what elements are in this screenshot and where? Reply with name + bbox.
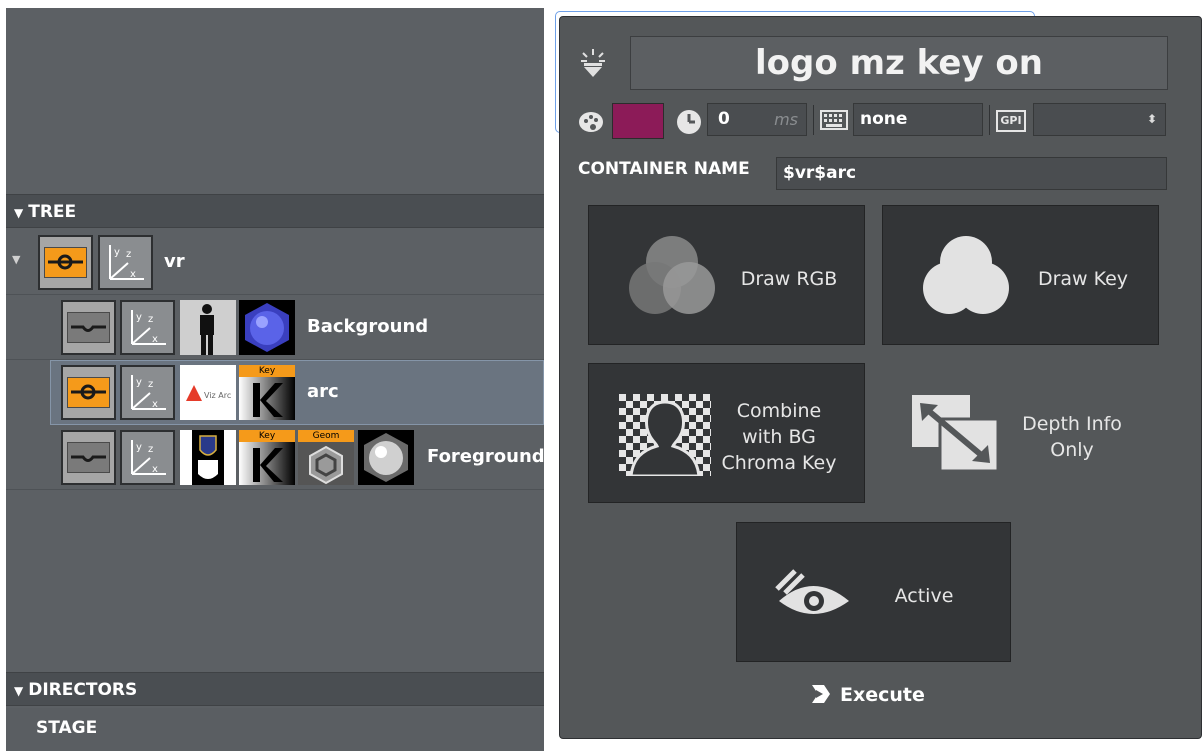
tree-section-header[interactable]: ▼ TREE <box>6 194 544 228</box>
color-swatch[interactable] <box>612 103 664 139</box>
trigger-light-icon <box>578 47 608 85</box>
svg-text:z: z <box>126 249 131 260</box>
combine-line1: Combine <box>736 400 822 422</box>
tree-header-label: TREE <box>28 202 77 222</box>
chroma-key-person-icon <box>619 394 711 481</box>
svg-text:z: z <box>148 444 153 455</box>
execute-label: Execute <box>840 684 925 706</box>
scene-tree-panel: ▼ TREE ▼ yzx vr yzx Background y z x Viz… <box>6 8 545 751</box>
keyboard-icon <box>820 110 848 134</box>
tree-row-vr[interactable]: ▼ yzx vr <box>6 230 544 295</box>
svg-text:x: x <box>152 464 158 475</box>
active-toggle-button[interactable]: Active <box>736 522 1011 662</box>
transform-axis-icon[interactable]: yzx <box>120 300 175 355</box>
delay-unit: ms <box>774 110 798 129</box>
gpi-select[interactable]: ⬍ <box>1033 103 1166 136</box>
keyboard-shortcut-field[interactable]: none <box>853 103 983 136</box>
tree-row-label: arc <box>307 381 339 402</box>
tree-row-foreground[interactable]: yzx Key Geom Foreground <box>6 425 545 490</box>
tree-row-label: vr <box>164 251 185 272</box>
collapse-triangle-icon: ▼ <box>14 684 24 698</box>
sphere-material-thumbnail[interactable] <box>239 300 295 355</box>
viz-arc-logo-thumbnail[interactable]: Viz Arc <box>180 365 236 420</box>
separator <box>813 105 814 135</box>
svg-text:z: z <box>148 379 153 390</box>
viz-arc-thumb-text: Viz Arc <box>204 391 231 400</box>
combine-line2: with BG <box>742 426 816 448</box>
gpi-value <box>1034 109 1040 129</box>
combine-chroma-key-button[interactable]: Combine with BG Chroma Key <box>588 363 865 503</box>
select-arrows-icon: ⬍ <box>1146 112 1157 126</box>
stage-item[interactable]: STAGE <box>6 708 544 751</box>
combine-line3: Chroma Key <box>721 452 837 474</box>
geometry-thumbnail[interactable]: Geom <box>298 430 354 485</box>
transform-axis-icon[interactable]: yzx <box>120 365 175 420</box>
action-title-field[interactable]: logo mz key on <box>630 36 1168 90</box>
merge-toggle-icon[interactable] <box>61 365 116 420</box>
draw-key-label: Draw Key <box>1037 268 1129 290</box>
draw-key-button[interactable]: Draw Key <box>882 205 1159 345</box>
depth-line1: Depth Info <box>1022 413 1122 435</box>
key-texture-thumbnail[interactable]: Key <box>239 430 295 485</box>
depth-info-only-button[interactable]: Depth Info Only <box>882 363 1159 503</box>
svg-text:y: y <box>136 377 142 388</box>
svg-text:y: y <box>136 442 142 453</box>
separator <box>989 105 990 135</box>
execute-icon <box>812 685 830 703</box>
tree-row-label: Background <box>307 316 429 337</box>
svg-text:y: y <box>136 312 142 323</box>
directors-header-label: DIRECTORS <box>28 680 138 700</box>
delay-input[interactable]: 0 ms <box>707 103 807 136</box>
svg-text:x: x <box>152 399 158 410</box>
collapse-triangle-icon: ▼ <box>14 206 24 220</box>
merge-toggle-icon[interactable] <box>61 430 116 485</box>
delay-value: 0 <box>718 109 730 129</box>
merge-toggle-icon[interactable] <box>61 300 116 355</box>
transform-axis-icon[interactable]: yzx <box>120 430 175 485</box>
key-texture-thumbnail[interactable]: Key <box>239 365 295 420</box>
tree-row-label: Foreground <box>427 446 545 467</box>
rgb-circles-icon <box>625 234 719 323</box>
key-circles-icon <box>919 234 1013 323</box>
depth-line2: Only <box>1050 439 1094 461</box>
gpi-icon: GPI <box>996 110 1026 132</box>
eye-visibility-icon <box>773 567 853 626</box>
svg-text:x: x <box>152 334 158 345</box>
draw-rgb-button[interactable]: Draw RGB <box>588 205 865 345</box>
person-matte-thumbnail[interactable] <box>180 300 236 355</box>
svg-text:y: y <box>114 247 120 258</box>
execute-button[interactable]: Execute <box>810 683 925 706</box>
merge-toggle-icon[interactable] <box>38 235 93 290</box>
directors-section-header[interactable]: ▼ DIRECTORS <box>6 672 544 706</box>
tree-row-background[interactable]: yzx Background <box>6 295 544 360</box>
clock-icon <box>676 109 702 139</box>
action-editor-popup: logo mz key on 0 ms none GPI ⬍ CONTAINER… <box>559 16 1202 739</box>
palette-icon <box>578 109 604 137</box>
container-name-field[interactable]: $vr$arc <box>776 157 1167 190</box>
depth-arrows-icon <box>910 393 1002 480</box>
active-label: Active <box>894 585 954 607</box>
svg-text:z: z <box>148 314 153 325</box>
expand-triangle-icon[interactable]: ▼ <box>12 253 20 266</box>
transform-axis-icon[interactable]: yzx <box>98 235 153 290</box>
tree-row-arc-selected[interactable]: yzx Viz Arc Key arc <box>50 360 544 425</box>
draw-rgb-label: Draw RGB <box>740 268 838 290</box>
container-name-label: CONTAINER NAME <box>578 159 750 179</box>
silver-material-thumbnail[interactable] <box>358 430 414 485</box>
shield-logo-thumbnail[interactable] <box>180 430 236 485</box>
svg-text:x: x <box>130 269 136 280</box>
